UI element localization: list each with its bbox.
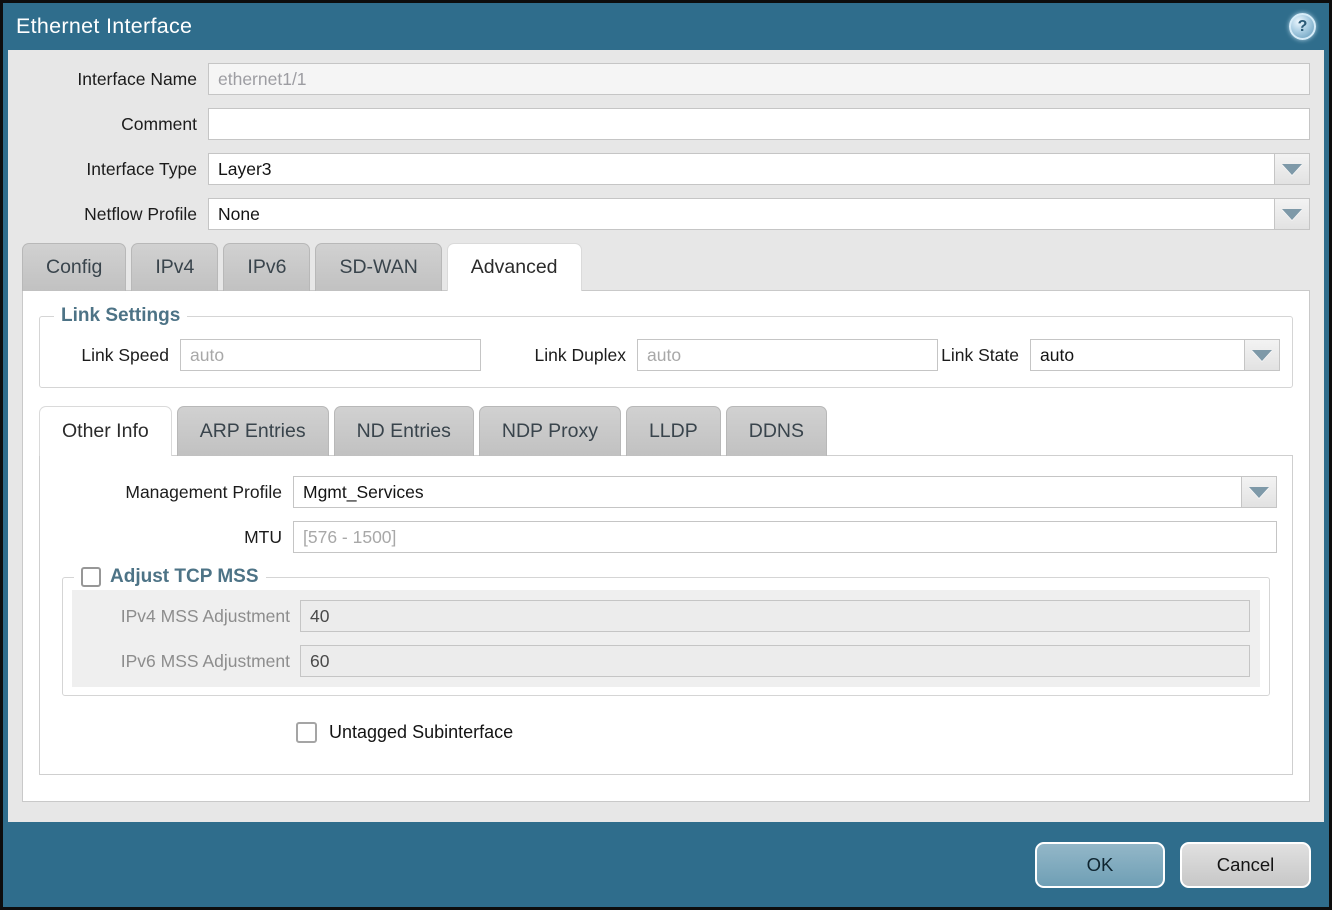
title-bar: Ethernet Interface ? bbox=[3, 3, 1329, 50]
ipv4-mss-field-wrap bbox=[300, 600, 1250, 632]
link-settings-row: Link Speed Link Duplex Link State bbox=[52, 339, 1280, 371]
tab-ipv6[interactable]: IPv6 bbox=[223, 243, 310, 291]
link-state-value[interactable] bbox=[1030, 339, 1245, 371]
netflow-profile-row: Netflow Profile bbox=[22, 198, 1310, 230]
interface-name-label: Interface Name bbox=[22, 69, 208, 90]
comment-field[interactable] bbox=[208, 108, 1310, 140]
netflow-profile-dropdown-button[interactable] bbox=[1274, 198, 1310, 230]
ipv6-mss-field-wrap bbox=[300, 645, 1250, 677]
untagged-subinterface-row: Untagged Subinterface bbox=[296, 722, 1292, 743]
netflow-profile-label: Netflow Profile bbox=[22, 204, 208, 225]
link-speed-label: Link Speed bbox=[52, 345, 180, 366]
tab-arp-entries[interactable]: ARP Entries bbox=[177, 406, 329, 456]
mss-disabled-block: IPv4 MSS Adjustment IPv6 MSS Adjustment bbox=[72, 590, 1260, 687]
ipv4-mss-label: IPv4 MSS Adjustment bbox=[82, 606, 300, 627]
tab-ndp-proxy[interactable]: NDP Proxy bbox=[479, 406, 621, 456]
main-tab-bar: Config IPv4 IPv6 SD-WAN Advanced bbox=[22, 243, 1310, 291]
management-profile-dropdown-button[interactable] bbox=[1241, 476, 1277, 508]
interface-type-label: Interface Type bbox=[22, 159, 208, 180]
adjust-tcp-mss-legend: Adjust TCP MSS bbox=[74, 566, 266, 588]
netflow-profile-value[interactable] bbox=[208, 198, 1275, 230]
chevron-down-icon bbox=[1252, 350, 1272, 361]
tab-ddns[interactable]: DDNS bbox=[726, 406, 827, 456]
ipv6-mss-field bbox=[300, 645, 1250, 677]
tab-advanced[interactable]: Advanced bbox=[447, 243, 582, 291]
comment-label: Comment bbox=[22, 114, 208, 135]
interface-type-value[interactable] bbox=[208, 153, 1275, 185]
link-duplex-field[interactable] bbox=[637, 339, 938, 371]
chevron-down-icon bbox=[1282, 209, 1302, 220]
sub-tab-bar: Other Info ARP Entries ND Entries NDP Pr… bbox=[39, 406, 1293, 456]
management-profile-dropdown bbox=[293, 476, 1277, 508]
link-state-label: Link State bbox=[938, 345, 1030, 366]
interface-type-dropdown-button[interactable] bbox=[1274, 153, 1310, 185]
adjust-tcp-mss-fieldset: Adjust TCP MSS IPv4 MSS Adjustment IPv6 … bbox=[62, 566, 1270, 696]
link-state-dropdown bbox=[1030, 339, 1280, 371]
ipv6-mss-row: IPv6 MSS Adjustment bbox=[82, 645, 1250, 677]
chevron-down-icon bbox=[1249, 487, 1269, 498]
tab-nd-entries[interactable]: ND Entries bbox=[334, 406, 474, 456]
link-state-dropdown-button[interactable] bbox=[1244, 339, 1280, 371]
tab-sdwan[interactable]: SD-WAN bbox=[315, 243, 441, 291]
management-profile-row: Management Profile bbox=[40, 476, 1277, 508]
cancel-button[interactable]: Cancel bbox=[1180, 842, 1311, 888]
interface-name-field bbox=[208, 63, 1310, 95]
dialog-footer: OK Cancel bbox=[3, 822, 1329, 907]
link-settings-legend: Link Settings bbox=[54, 305, 187, 327]
dialog-title: Ethernet Interface bbox=[16, 14, 192, 39]
tab-lldp[interactable]: LLDP bbox=[626, 406, 721, 456]
management-profile-label: Management Profile bbox=[40, 482, 293, 503]
interface-name-field-wrap bbox=[208, 63, 1310, 95]
ok-button[interactable]: OK bbox=[1035, 842, 1165, 888]
link-settings-fieldset: Link Settings Link Speed Link Duplex Lin… bbox=[39, 305, 1293, 388]
tab-config[interactable]: Config bbox=[22, 243, 126, 291]
netflow-profile-dropdown bbox=[208, 198, 1310, 230]
help-icon[interactable]: ? bbox=[1289, 13, 1316, 40]
other-info-panel: Management Profile MTU bbox=[39, 455, 1293, 775]
dialog-body: Interface Name Comment Interface Type Ne… bbox=[8, 50, 1324, 822]
mtu-field[interactable] bbox=[293, 521, 1277, 553]
interface-type-row: Interface Type bbox=[22, 153, 1310, 185]
adjust-tcp-mss-legend-inner: Adjust TCP MSS bbox=[81, 566, 259, 588]
adjust-tcp-mss-checkbox[interactable] bbox=[81, 567, 101, 587]
management-profile-value[interactable] bbox=[293, 476, 1242, 508]
untagged-subinterface-label: Untagged Subinterface bbox=[329, 722, 513, 743]
tab-other-info[interactable]: Other Info bbox=[39, 406, 172, 456]
comment-row: Comment bbox=[22, 108, 1310, 140]
ipv4-mss-row: IPv4 MSS Adjustment bbox=[82, 600, 1250, 632]
tab-ipv4[interactable]: IPv4 bbox=[131, 243, 218, 291]
adjust-tcp-mss-label: Adjust TCP MSS bbox=[110, 566, 259, 588]
link-duplex-label: Link Duplex bbox=[527, 345, 637, 366]
advanced-tab-panel: Link Settings Link Speed Link Duplex Lin… bbox=[22, 290, 1310, 802]
ipv4-mss-field bbox=[300, 600, 1250, 632]
interface-type-dropdown bbox=[208, 153, 1310, 185]
mtu-field-wrap bbox=[293, 521, 1277, 553]
chevron-down-icon bbox=[1282, 164, 1302, 175]
ipv6-mss-label: IPv6 MSS Adjustment bbox=[82, 651, 300, 672]
ethernet-interface-dialog: Ethernet Interface ? Interface Name Comm… bbox=[0, 0, 1332, 910]
comment-field-wrap bbox=[208, 108, 1310, 140]
mtu-row: MTU bbox=[40, 521, 1277, 553]
interface-name-row: Interface Name bbox=[22, 63, 1310, 95]
link-speed-field[interactable] bbox=[180, 339, 481, 371]
mtu-label: MTU bbox=[40, 527, 293, 548]
untagged-subinterface-checkbox[interactable] bbox=[296, 722, 317, 743]
